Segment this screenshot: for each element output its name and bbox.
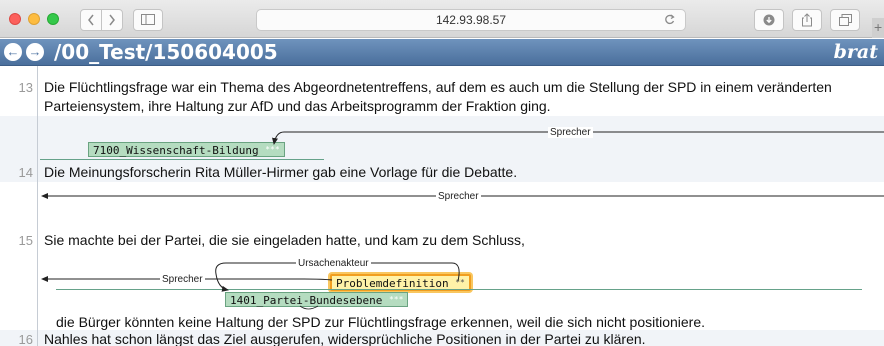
relation-arcs (41, 131, 884, 310)
relation-label-sprecher[interactable]: Sprecher (436, 191, 481, 202)
relation-label-ursachenakteur[interactable]: Ursachenakteur (296, 258, 371, 269)
chevron-left-icon (88, 14, 94, 26)
share-icon (802, 13, 812, 27)
brat-header: ← → /00_Test/150604005 brat (0, 39, 884, 66)
address-bar[interactable]: 142.93.98.57 (256, 9, 686, 31)
chevron-right-icon (109, 14, 115, 26)
minimize-window-button[interactable] (28, 13, 40, 25)
new-tab-button[interactable]: + (872, 18, 884, 38)
downloads-button[interactable] (754, 9, 784, 31)
relation-label-sprecher[interactable]: Sprecher (548, 127, 593, 138)
close-window-button[interactable] (9, 13, 21, 25)
forward-button[interactable] (101, 9, 123, 31)
previous-document-button[interactable]: ← (4, 43, 22, 61)
share-button[interactable] (792, 9, 822, 31)
annotation-document: 13 Die Flüchtlingsfrage war ein Thema de… (0, 66, 884, 346)
brat-logo: brat (833, 41, 878, 63)
sidebar-icon (141, 14, 155, 25)
back-button[interactable] (80, 9, 102, 31)
download-icon (763, 14, 775, 26)
tabs-icon (838, 14, 852, 26)
browser-toolbar: 142.93.98.57 + (0, 0, 884, 38)
reload-icon[interactable] (664, 10, 675, 32)
document-path: /00_Test/150604005 (54, 40, 278, 64)
sidebar-button[interactable] (133, 9, 163, 31)
zoom-window-button[interactable] (47, 13, 59, 25)
url-text: 142.93.98.57 (435, 13, 507, 27)
next-document-button[interactable]: → (26, 43, 44, 61)
show-tabs-button[interactable] (830, 9, 860, 31)
relation-arc-connector (299, 305, 319, 310)
relation-label-sprecher[interactable]: Sprecher (160, 274, 205, 285)
